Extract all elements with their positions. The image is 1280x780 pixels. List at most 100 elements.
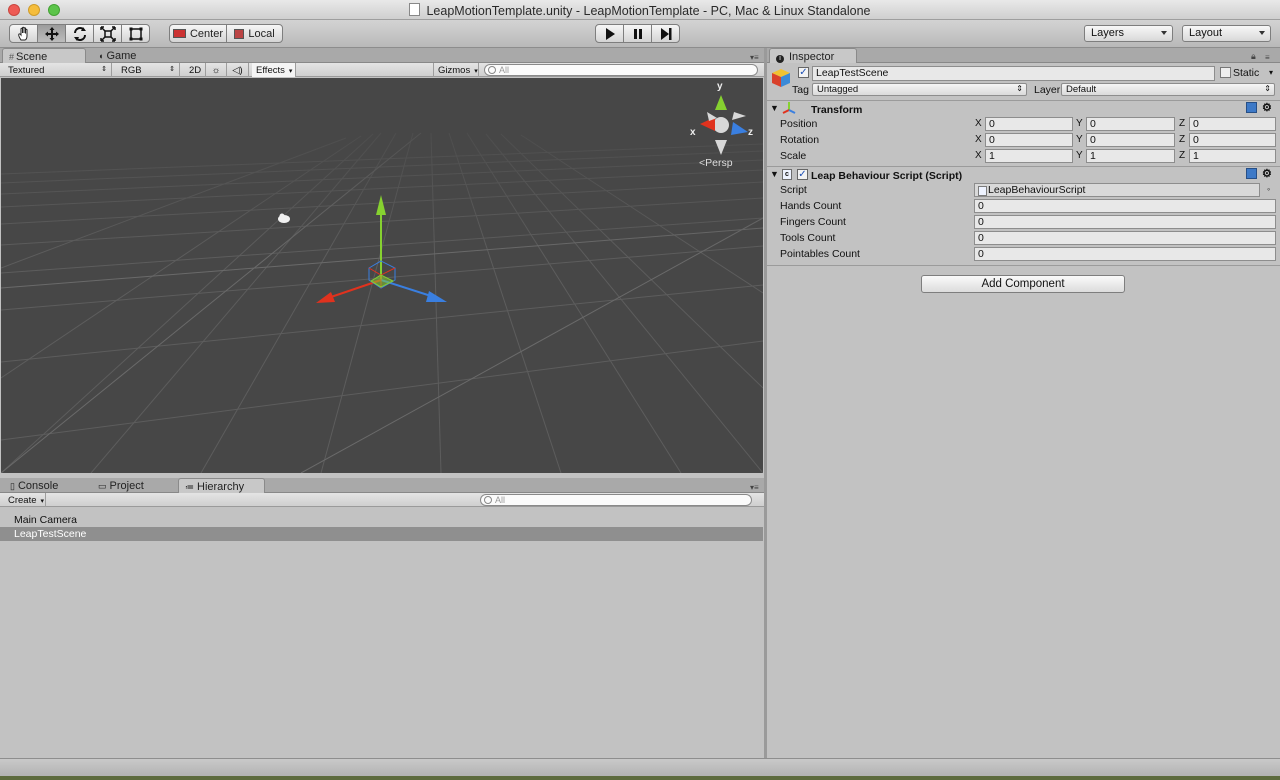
tools-count-field[interactable]: 0 (974, 231, 1276, 245)
tab-game[interactable]: ◖ Game (92, 48, 152, 63)
scale-x-field[interactable]: 1 (985, 149, 1073, 163)
position-y-field[interactable]: 0 (1086, 117, 1175, 131)
static-checkbox[interactable] (1220, 67, 1231, 78)
pause-button[interactable] (623, 24, 652, 43)
chevron-down-icon: ▾ (40, 498, 45, 505)
object-name-field[interactable]: LeapTestScene (812, 66, 1215, 81)
gizmos-dropdown[interactable]: Gizmos ▾ (433, 63, 479, 77)
position-x-field[interactable]: 0 (985, 117, 1073, 131)
scene-viewport[interactable]: y x z <Persp (1, 78, 763, 473)
scene-controlbar: Textured ⇕ RGB ⇕ 2D ☼ ◁) Effects ▾ Gizmos ▾ … (0, 63, 765, 77)
rotate-tool-button[interactable] (65, 24, 94, 43)
rotation-z-field[interactable]: 0 (1189, 133, 1276, 147)
layer-dropdown[interactable]: Default ⇕ (1061, 83, 1275, 96)
add-component-button[interactable]: Add Component (921, 275, 1125, 293)
position-label: Position (780, 118, 818, 130)
desktop-edge (0, 776, 1280, 780)
layout-dropdown[interactable]: Layout (1182, 25, 1271, 42)
panel-menu-icon[interactable]: ≡ (1265, 53, 1270, 62)
gear-icon[interactable]: ⚙ (1262, 167, 1272, 180)
scene-search-input[interactable]: All (484, 64, 758, 76)
position-z-field[interactable]: 0 (1189, 117, 1276, 131)
tools-count-label: Tools Count (780, 232, 836, 244)
scale-z-field[interactable]: 1 (1189, 149, 1276, 163)
persp-toggle[interactable]: <Persp (699, 157, 733, 169)
tab-scene[interactable]: # Scene (2, 48, 86, 63)
hands-count-field[interactable]: 0 (974, 199, 1276, 213)
sun-icon: ☼ (211, 65, 221, 76)
rect-tool-button[interactable] (121, 24, 150, 43)
list-item-selected[interactable]: LeapTestScene (0, 527, 763, 541)
rect-transform-icon (129, 27, 142, 40)
tag-label: Tag (792, 84, 809, 96)
step-button[interactable] (651, 24, 680, 43)
list-item-label: LeapTestScene (14, 528, 87, 540)
object-picker-icon[interactable]: ◦ (1267, 184, 1270, 194)
script-file-icon: c (782, 169, 792, 180)
layers-dropdown[interactable]: Layers (1084, 25, 1173, 42)
hierarchy-icon: ≔ (185, 482, 194, 492)
tab-scene-label: Scene (16, 51, 48, 63)
rotation-x-field[interactable]: 0 (985, 133, 1073, 147)
tag-dropdown[interactable]: Untagged ⇕ (812, 83, 1027, 96)
foldout-arrow-icon[interactable]: ▼ (770, 103, 779, 113)
search-icon (484, 496, 492, 504)
scale-y-field[interactable]: 1 (1086, 149, 1175, 163)
tab-inspector[interactable]: i Inspector (769, 48, 857, 63)
render-mode-dropdown[interactable]: Textured ⇕ (4, 63, 112, 77)
rotation-y-field[interactable]: 0 (1086, 133, 1175, 147)
create-dropdown[interactable]: Create ▾ (4, 493, 46, 507)
updown-icon: ⇕ (169, 66, 175, 73)
audio-toggle[interactable]: ◁) (227, 63, 249, 77)
panel-menu-icon[interactable]: ▾≡ (750, 483, 759, 492)
gear-icon[interactable]: ⚙ (1262, 101, 1272, 114)
updown-icon: ⇕ (101, 66, 107, 73)
effects-dropdown[interactable]: Effects ▾ (252, 63, 296, 77)
mode-2d-toggle[interactable]: 2D (185, 63, 206, 77)
foldout-arrow-icon[interactable]: ▼ (770, 169, 779, 179)
lock-icon[interactable]: 🔒︎ (1251, 51, 1256, 62)
scale-tool-button[interactable] (93, 24, 122, 43)
pointables-count-field[interactable]: 0 (974, 247, 1276, 261)
step-icon (660, 27, 671, 40)
component-enabled-checkbox[interactable]: ✓ (797, 169, 808, 180)
tab-hierarchy[interactable]: ≔ Hierarchy (178, 478, 265, 493)
local-cube-icon (234, 28, 245, 39)
hierarchy-search-input[interactable]: All (480, 494, 752, 506)
scene-tabstrip: # Scene ◖ Game ▾≡ (0, 48, 765, 63)
updown-icon: ⇕ (1016, 84, 1023, 93)
list-item[interactable]: Main Camera (0, 513, 763, 527)
lighting-toggle[interactable]: ☼ (206, 63, 227, 77)
axis-z-label: Z (1179, 150, 1186, 161)
pivot-center-button[interactable]: Center (169, 24, 227, 43)
help-book-icon[interactable] (1246, 168, 1257, 179)
play-icon (605, 27, 615, 40)
tab-project-label: Project (109, 480, 144, 492)
rotation-label: Rotation (780, 134, 820, 146)
help-book-icon[interactable] (1246, 102, 1257, 113)
effects-label: Effects (256, 65, 285, 76)
hand-tool-button[interactable] (9, 24, 38, 43)
fingers-count-field[interactable]: 0 (974, 215, 1276, 229)
hierarchy-controlbar: Create ▾ All (0, 493, 765, 507)
tab-console[interactable]: ▯ Console (4, 478, 74, 493)
rotate-icon (73, 26, 86, 41)
field-value: 0 (1193, 118, 1199, 130)
move-tool-button[interactable] (37, 24, 66, 43)
pacman-icon: ◖ (98, 51, 104, 61)
field-value: 0 (978, 200, 984, 212)
color-mode-dropdown[interactable]: RGB ⇕ (117, 63, 180, 77)
play-button[interactable] (595, 24, 624, 43)
static-dropdown-icon[interactable]: ▾ (1269, 68, 1273, 77)
axis-x-label: X (975, 150, 982, 161)
color-mode-value: RGB (121, 65, 142, 76)
add-component-label: Add Component (981, 278, 1065, 290)
pivot-local-button[interactable]: Local (226, 24, 283, 43)
tab-project[interactable]: ▭ Project (92, 478, 162, 493)
panel-menu-icon[interactable]: ▾≡ (750, 53, 759, 62)
active-checkbox[interactable]: ✓ (798, 67, 809, 78)
script-object-field[interactable]: LeapBehaviourScript (974, 183, 1260, 197)
static-label: Static (1233, 67, 1260, 79)
axis-z-label: Z (1179, 118, 1186, 129)
folder-icon: ▭ (98, 481, 107, 491)
